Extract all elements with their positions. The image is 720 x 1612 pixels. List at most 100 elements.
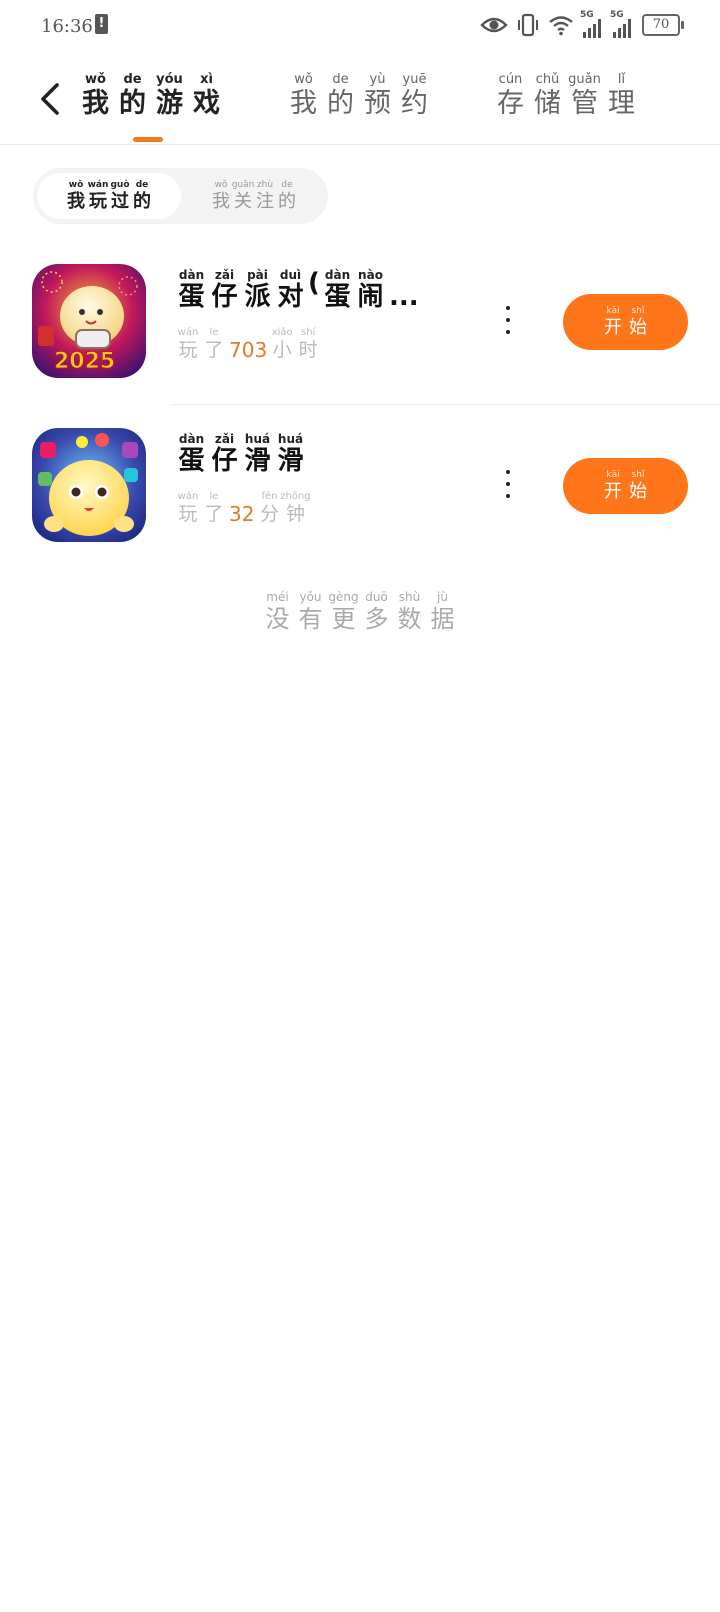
title-ellipsis: ... (389, 282, 419, 312)
tab-my-reservations-label: wǒ 我 de 的 yù 预 yuē 约 (286, 72, 432, 120)
chevron-left-icon (41, 83, 59, 115)
pinyin: de (332, 72, 349, 87)
pinyin: wǒ (85, 72, 106, 87)
hanzi: 戏 (193, 88, 220, 119)
pinyin: xiǎo (271, 327, 293, 338)
status-time: 16:36 (41, 16, 93, 37)
pinyin: chǔ (535, 72, 560, 87)
hanzi: 滑 (277, 446, 304, 476)
tab-storage-management[interactable]: cún 存 chǔ 储 guǎn 管 lǐ 理 (493, 72, 639, 120)
hanzi: 预 (364, 88, 391, 119)
pinyin: guǎn (568, 72, 601, 87)
hanzi: 开 (604, 480, 622, 502)
battery-icon: 70 (642, 14, 684, 36)
hanzi: 开 (604, 316, 622, 338)
pinyin: huá (277, 432, 304, 446)
pinyin: lǐ (617, 72, 626, 87)
pinyin: zǎi (214, 432, 235, 446)
hanzi: 我 (290, 88, 317, 119)
hanzi: 仔 (211, 282, 238, 312)
hanzi: 对 (277, 282, 304, 312)
start-button[interactable]: kāi 开 shǐ 始 (563, 458, 688, 514)
hanzi: 关 (234, 190, 252, 212)
status-bar: 16:36 ! 5G 5G 70 (0, 0, 720, 54)
hanzi: 我 (82, 88, 109, 119)
hanzi: 的 (278, 190, 296, 212)
hanzi: 过 (111, 190, 129, 212)
play-time-value: 703 (229, 338, 268, 362)
tab-my-games-label: wǒ 我 de 的 yóu 游 xì 戏 (78, 72, 224, 120)
pinyin: shǐ (631, 469, 645, 480)
network-type-label: 5G (580, 10, 594, 20)
wifi-icon (548, 14, 574, 36)
hanzi: 我 (67, 190, 85, 212)
more-options-icon[interactable] (500, 470, 516, 498)
hanzi: 始 (629, 316, 647, 338)
hanzi: 我 (212, 190, 230, 212)
pinyin: nào (358, 268, 383, 282)
segment-followed[interactable]: wǒ 我 guān 关 zhù 注 de 的 (183, 173, 325, 219)
hanzi: 有 (298, 605, 323, 633)
hanzi: 了 (204, 339, 224, 361)
pinyin: guò (110, 179, 130, 190)
battery-level: 70 (642, 14, 684, 36)
active-tab-indicator (133, 137, 163, 142)
play-time: wán 玩 le 了 703 xiǎo 小 shí 时 (175, 327, 321, 362)
hanzi: 蛋 (324, 282, 351, 312)
play-time-value: 32 (229, 502, 255, 526)
row-divider (170, 404, 720, 405)
game-title: dàn 蛋 zǎi 仔 pài 派 duì 对 ( dàn 蛋 nào 闹 ... (175, 268, 419, 312)
egg-party-2025-icon[interactable]: 2025 (32, 264, 146, 378)
egg-slide-icon[interactable] (32, 428, 146, 542)
pinyin: méi (266, 590, 289, 604)
hanzi: 没 (265, 605, 290, 633)
pinyin: wǒ (68, 179, 84, 190)
hanzi: 了 (204, 503, 224, 525)
hanzi: 钟 (285, 503, 305, 525)
hanzi: 约 (401, 88, 428, 119)
hanzi: 蛋 (178, 282, 205, 312)
hanzi: 玩 (178, 339, 198, 361)
pinyin: dàn (324, 268, 351, 282)
tab-my-games[interactable]: wǒ 我 de 的 yóu 游 xì 戏 (78, 72, 224, 120)
pinyin: duō (365, 590, 388, 604)
pinyin: zǎi (214, 268, 235, 282)
top-tab-bar: wǒ 我 de 的 yóu 游 xì 戏 wǒ 我 de 的 yù 预 yuē 约 cún 存 c… (0, 54, 720, 145)
hanzi: 管 (571, 88, 598, 119)
hanzi: 据 (430, 605, 455, 633)
pinyin: huá (244, 432, 271, 446)
system-icons: 5G 5G 70 (480, 10, 684, 38)
pinyin: wǒ (294, 72, 313, 87)
filter-segmented-control: wǒ 我 wán 玩 guò 过 de 的 wǒ 我 guān 关 zhù 注 de 的 (33, 168, 328, 224)
no-more-data-label: méi 没 yǒu 有 gèng 更 duō 多 shù 数 jù 据 (0, 590, 720, 634)
game-list-item[interactable]: 2025 dàn 蛋 zǎi 仔 pài 派 duì 对 ( dàn 蛋 nào 闹 ...… (0, 250, 720, 414)
hanzi: ( (308, 268, 320, 298)
pinyin: wán (87, 179, 109, 190)
hanzi: 的 (133, 190, 151, 212)
more-options-icon[interactable] (500, 306, 516, 334)
pinyin: wán (177, 491, 199, 502)
hanzi: 的 (327, 88, 354, 119)
pinyin: jù (437, 590, 448, 604)
hanzi: 小 (272, 339, 292, 361)
back-button[interactable] (30, 76, 70, 122)
game-list-item[interactable]: dàn 蛋 zǎi 仔 huá 滑 huá 滑 wán 玩 le 了 32 fēn 分 zhō… (0, 414, 720, 578)
pinyin: le (209, 327, 219, 338)
pinyin: yǒu (299, 590, 322, 604)
segment-played[interactable]: wǒ 我 wán 玩 guò 过 de 的 (37, 173, 181, 219)
hanzi: 存 (497, 88, 524, 119)
start-button[interactable]: kāi 开 shǐ 始 (563, 294, 688, 350)
hanzi: 时 (298, 339, 318, 361)
tab-storage-management-label: cún 存 chǔ 储 guǎn 管 lǐ 理 (493, 72, 639, 120)
hanzi: 的 (119, 88, 146, 119)
pinyin: le (209, 491, 219, 502)
hanzi: 储 (534, 88, 561, 119)
alert-icon: ! (95, 14, 108, 34)
pinyin: de (123, 72, 142, 87)
tab-my-reservations[interactable]: wǒ 我 de 的 yù 预 yuē 约 (286, 72, 432, 120)
pinyin: de (281, 179, 293, 190)
vibrate-icon (516, 13, 540, 37)
pinyin: shí (301, 327, 316, 338)
signal-icon: 5G (580, 10, 604, 38)
pinyin: kāi (606, 469, 620, 480)
